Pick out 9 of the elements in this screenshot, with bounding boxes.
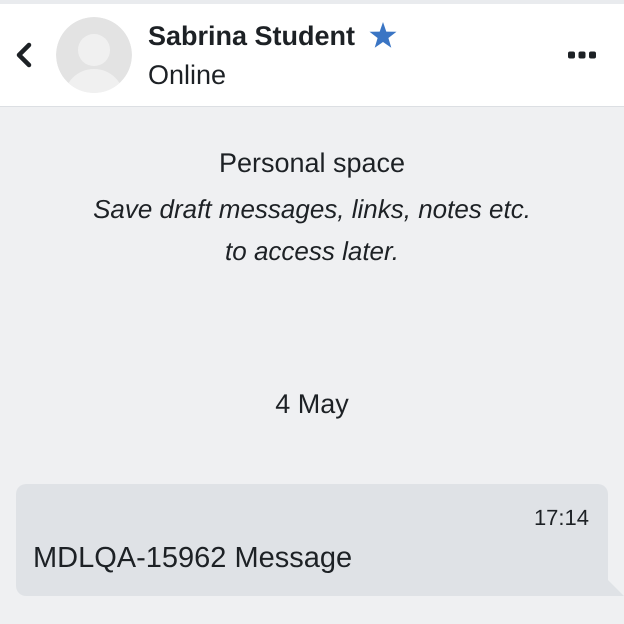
- personal-space-title: Personal space: [218, 147, 406, 179]
- personal-space-description: Save draft messages, links, notes etc. to access later.: [92, 193, 532, 268]
- message-text: MDLQA-15962 Message: [33, 541, 352, 576]
- more-icon[interactable]: [568, 51, 596, 59]
- back-icon[interactable]: [14, 42, 34, 68]
- contact-status: Online: [148, 58, 226, 92]
- date-separator: 4 May: [275, 388, 349, 420]
- contact-name: Sabrina Student: [148, 20, 356, 52]
- message-time: 17:14: [534, 504, 589, 532]
